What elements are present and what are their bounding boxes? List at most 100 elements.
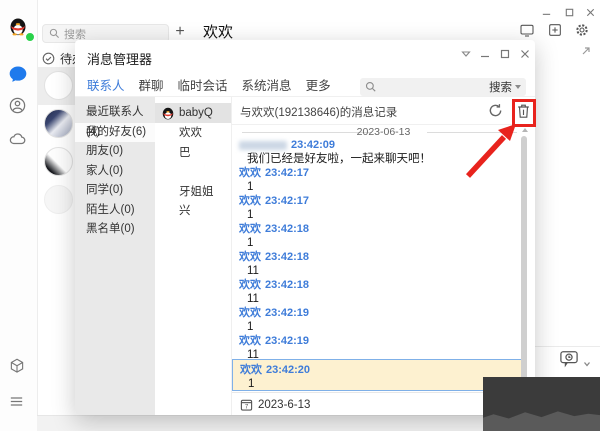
chat-title: 欢欢 — [203, 21, 233, 42]
message-time: 23:42:17 — [265, 166, 309, 180]
message-group-5[interactable]: 欢欢 23:42:1811 — [232, 278, 527, 306]
redacted-overlay — [483, 377, 600, 431]
message-text: 1 — [239, 320, 527, 334]
footer-date[interactable]: 2023-6-13 — [258, 399, 310, 411]
tab-4[interactable]: 更多 — [306, 75, 331, 99]
qq-penguin-avatar — [161, 106, 175, 120]
app-rail — [0, 0, 38, 431]
contact-row-4[interactable]: 牙姐姐 — [155, 181, 231, 201]
category-row-2[interactable]: 朋友(0) — [75, 142, 155, 162]
message-time: 23:42:19 — [265, 334, 309, 348]
message-text: 11 — [239, 292, 527, 306]
cloud-icon[interactable] — [8, 130, 28, 150]
settings-gear-icon[interactable] — [574, 22, 590, 38]
message-group-8[interactable]: 欢欢23:42:201 — [232, 359, 523, 391]
message-manager-dialog: 消息管理器 联系人群聊临时会话系统消息更多 搜索 最近联系人(4)我的好友(6)… — [75, 40, 535, 415]
screen-share-icon[interactable] — [519, 22, 535, 38]
message-text: 1 — [240, 377, 522, 391]
contact-row-5[interactable]: 兴 — [155, 201, 231, 221]
message-time: 23:42:09 — [291, 138, 335, 152]
contact-row-0[interactable]: babyQ — [155, 103, 231, 123]
message-sender-line: 欢欢 23:42:18 — [239, 278, 527, 292]
sender-name: 欢欢 — [239, 166, 261, 180]
search-button-label: 搜索 — [489, 79, 512, 95]
contact-name: 欢欢 — [179, 124, 202, 140]
message-group-3[interactable]: 欢欢23:42:181 — [232, 222, 527, 250]
annotation-arrow — [440, 100, 560, 210]
add-button[interactable]: + — [170, 22, 190, 42]
message-text: 1 — [239, 208, 527, 222]
dialog-maximize-button[interactable] — [499, 47, 512, 60]
collapse-chat-icon[interactable] — [580, 44, 592, 56]
search-icon — [49, 28, 60, 39]
redacted-overlay-band — [483, 407, 600, 431]
search-icon — [365, 81, 377, 93]
messages-icon[interactable] — [8, 64, 28, 84]
sender-name: 欢欢 — [239, 250, 261, 264]
dialog-close-button[interactable] — [519, 47, 532, 60]
message-text: 11 — [239, 264, 527, 278]
contact-name: 牙姐姐 — [179, 183, 214, 199]
category-row-1[interactable]: 我的好友(6) — [75, 123, 155, 143]
sender-name: 欢欢 — [240, 363, 262, 377]
dialog-minimize-button[interactable] — [479, 47, 492, 60]
conversation-row[interactable] — [37, 105, 75, 143]
dialog-search-input[interactable]: 搜索 — [360, 78, 526, 96]
pin-chevron-icon[interactable] — [460, 47, 473, 60]
calendar-icon[interactable]: 7 — [240, 398, 253, 411]
todo-check-icon — [42, 52, 55, 65]
tab-3[interactable]: 系统消息 — [242, 75, 292, 99]
contacts-icon[interactable] — [8, 96, 28, 116]
contact-name: 兴 — [179, 202, 191, 218]
category-row-6[interactable]: 黑名单(0) — [75, 220, 155, 240]
contact-row-3[interactable] — [155, 162, 231, 182]
message-group-6[interactable]: 欢欢 23:42:191 — [232, 306, 527, 334]
message-group-7[interactable]: 欢欢23:42:1911 — [232, 334, 527, 362]
sender-name: 欢欢 — [239, 278, 261, 292]
category-panel: 最近联系人(4)我的好友(6)朋友(0)家人(0)同学(0)陌生人(0)黑名单(… — [75, 97, 155, 415]
sender-name: 欢欢 — [239, 306, 261, 320]
avatar — [44, 71, 73, 100]
message-sender-line: 欢欢 23:42:18 — [239, 250, 527, 264]
tab-1[interactable]: 群聊 — [139, 75, 164, 99]
add-panel-icon[interactable] — [547, 22, 563, 38]
category-row-0[interactable]: 最近联系人(4) — [75, 103, 155, 123]
tab-2[interactable]: 临时会话 — [178, 75, 228, 99]
window-maximize-button[interactable] — [564, 5, 578, 17]
mini-apps-icon[interactable] — [8, 357, 28, 377]
window-minimize-button[interactable] — [541, 5, 555, 17]
message-time: 23:42:18 — [265, 222, 309, 236]
menu-icon[interactable] — [8, 393, 28, 413]
chevron-down-icon — [515, 85, 521, 89]
chevron-down-icon[interactable] — [583, 355, 591, 363]
category-row-4[interactable]: 同学(0) — [75, 181, 155, 201]
contact-row-1[interactable]: 欢欢 — [155, 123, 231, 143]
message-history-icon[interactable] — [559, 350, 579, 368]
message-time: 23:42:18 — [265, 278, 309, 292]
chat-input-divider — [535, 346, 600, 347]
contact-row-2[interactable]: 巴 — [155, 142, 231, 162]
message-time: 23:42:19 — [265, 306, 309, 320]
contact-name: 巴 — [179, 144, 191, 160]
message-time: 23:42:17 — [265, 194, 309, 208]
message-sender-line: 欢欢23:42:19 — [239, 334, 527, 348]
avatar — [44, 185, 73, 214]
category-row-5[interactable]: 陌生人(0) — [75, 201, 155, 221]
category-row-3[interactable]: 家人(0) — [75, 162, 155, 182]
screenshot-root: 搜索 + 欢欢 待办 — [0, 0, 600, 431]
search-dropdown-button[interactable]: 搜索 — [489, 79, 521, 95]
conversation-row[interactable] — [37, 143, 75, 181]
sender-name: 欢欢 — [239, 194, 261, 208]
online-status-dot — [25, 32, 35, 42]
message-record-title: 与欢欢(192138646)的消息记录 — [240, 104, 397, 120]
message-time: 23:42:18 — [265, 250, 309, 264]
message-sender-line: 欢欢 23:42:18 — [239, 222, 527, 236]
window-close-button[interactable] — [585, 5, 599, 17]
avatar — [44, 147, 73, 176]
message-group-4[interactable]: 欢欢 23:42:1811 — [232, 250, 527, 278]
conversation-row[interactable] — [37, 67, 75, 105]
conversation-row[interactable] — [37, 181, 75, 219]
contact-name: babyQ — [179, 107, 213, 119]
dialog-title: 消息管理器 — [87, 49, 152, 68]
sender-name: 欢欢 — [239, 222, 261, 236]
